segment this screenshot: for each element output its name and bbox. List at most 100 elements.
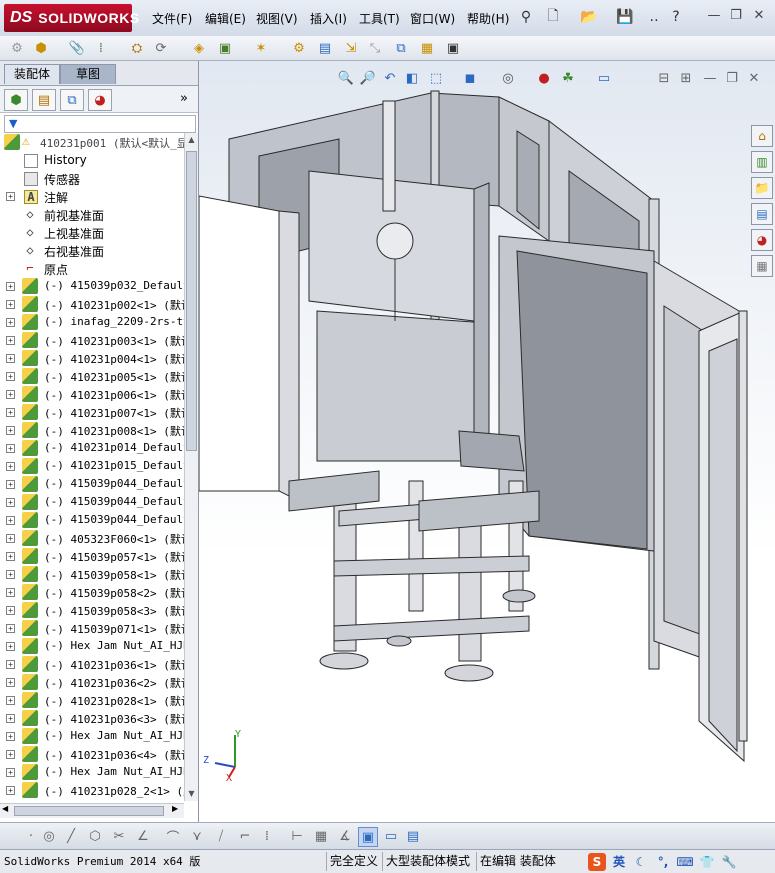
tree-component-item[interactable]: + (-) 410231p006<1> (默认 [0,385,184,403]
scroll-right-icon[interactable]: ▶ [172,804,178,813]
expand-toggle[interactable]: + [6,660,15,669]
expand-toggle[interactable]: + [6,786,15,795]
expand-toggle[interactable]: + [6,768,15,777]
insert-components-icon[interactable]: ⬢ [32,39,50,57]
expand-toggle[interactable]: + [6,624,15,633]
mirror-icon[interactable]: ⧸ [212,827,230,845]
expand-toggle[interactable]: + [6,480,15,489]
tree-filter[interactable]: ▼ [4,115,196,133]
options-dots-icon[interactable]: ‥ [645,8,663,26]
expand-toggle[interactable]: + [6,372,15,381]
offset-icon[interactable]: ⋎ [188,827,206,845]
tree-component-item[interactable]: + (-) 410231p028<1> (默认 [0,691,184,709]
tree-component-item[interactable]: + (-) Hex Jam Nut_AI_HJNU [0,727,184,745]
grid-icon[interactable]: ▦ [312,827,330,845]
reference-geometry-icon[interactable]: ✶ [252,39,270,57]
tree-component-item[interactable]: + (-) 410231p036<4> (默认 [0,745,184,763]
tree-feature-item[interactable]: 传感器 [0,169,184,187]
configuration-manager-icon[interactable]: ⧉ [60,89,84,111]
half-width-moon-icon[interactable]: ☾ [632,853,650,871]
help-icon[interactable]: ? [667,8,685,26]
tree-feature-item[interactable]: ⌐ 原点 [0,259,184,277]
expand-toggle[interactable]: + [6,534,15,543]
expand-toggle[interactable]: + [6,192,15,201]
close-icon[interactable]: ✕ [750,8,768,26]
save-icon[interactable]: 💾 [616,8,634,26]
bill-of-materials-icon[interactable]: ▤ [316,39,334,57]
menu-window[interactable]: 窗口(W) [410,10,455,27]
expand-toggle[interactable]: + [6,426,15,435]
expand-toggle[interactable]: + [6,696,15,705]
file-explorer-icon[interactable]: 📁 [751,177,773,199]
tree-feature-item[interactable]: History [0,151,184,169]
tree-vertical-scrollbar[interactable]: ▲ ▼ [184,133,198,801]
pin-icon[interactable]: ⚲ [517,8,535,26]
expand-toggle[interactable]: + [6,678,15,687]
circle-icon[interactable]: ◎ [40,827,58,845]
custom-properties-icon[interactable]: ▦ [751,255,773,277]
expand-toggle[interactable]: + [6,336,15,345]
show-hidden-icon[interactable]: ◈ [190,39,208,57]
linear-pattern-icon[interactable]: ⁞ [92,39,110,57]
explode-line-icon[interactable]: ⤡ [366,39,384,57]
tree-feature-item[interactable]: ◇ 右视基准面 [0,241,184,259]
expand-toggle[interactable]: + [6,516,15,525]
scroll-up-icon[interactable]: ▲ [185,133,198,147]
tree-component-item[interactable]: + (-) 410231p014_Default_ [0,439,184,457]
point-icon[interactable]: · [22,827,40,845]
graphics-area[interactable]: 🔍 🔎 ↶ ◧ ⬚ ◼ ◎ ● ☘ ▭ ⊟ ⊞ — ❐ ✕ Y Z X ⌂ ▥ … [199,61,775,822]
tree-component-item[interactable]: + (-) 410231p002<1> (默认 [0,295,184,313]
tree-feature-item[interactable]: ◇ 上视基准面 [0,223,184,241]
menu-tools[interactable]: 工具(T) [359,10,400,27]
tree-component-item[interactable]: + (-) 415039p058<1> (默认 [0,565,184,583]
tab-sketch[interactable]: 草图 [60,64,116,84]
shaded-view-icon[interactable]: ▣ [358,827,378,847]
tree-component-item[interactable]: + (-) 415039p071<1> (默认 [0,619,184,637]
menu-view[interactable]: 视图(V) [256,10,298,27]
menu-file[interactable]: 文件(F) [152,10,192,27]
angle-icon[interactable]: ∡ [336,827,354,845]
expand-toggle[interactable]: + [6,318,15,327]
move-component-icon[interactable]: ⟳ [152,39,170,57]
speedpak-icon[interactable]: ▦ [418,39,436,57]
open-folder-icon[interactable]: 📂 [580,8,598,26]
expand-toggle[interactable]: + [6,642,15,651]
edit-component-icon[interactable]: ⚙ [8,39,26,57]
expand-toggle[interactable]: + [6,444,15,453]
restore-icon[interactable]: ❐ [727,8,745,26]
tree-component-item[interactable]: + (-) 415039p057<1> (默认 [0,547,184,565]
tab-assembly[interactable]: 装配体 [4,64,60,84]
tools-wrench-icon[interactable]: 🔧 [720,853,738,871]
tree-component-item[interactable]: + (-) inafag_2209-2rs-tvh [0,313,184,331]
tile-view-icon[interactable]: ▤ [404,827,422,845]
assembly-features-icon[interactable]: ▣ [216,39,234,57]
expand-arrows-icon[interactable]: » [180,91,188,106]
scroll-down-icon[interactable]: ▼ [185,787,198,801]
expand-toggle[interactable]: + [6,354,15,363]
menu-help[interactable]: 帮助(H) [467,10,509,27]
design-library-icon[interactable]: ▥ [751,151,773,173]
expand-toggle[interactable]: + [6,606,15,615]
snapshot-icon[interactable]: ▣ [444,39,462,57]
expand-toggle[interactable]: + [6,300,15,309]
appearances-icon[interactable]: ◕ [751,229,773,251]
tree-component-item[interactable]: + (-) 415039p044_Default_ [0,475,184,493]
exploded-view-icon[interactable]: ⇲ [342,39,360,57]
tree-component-item[interactable]: + (-) 415039p032_Default_ [0,277,184,295]
corner-icon[interactable]: ⌐ [236,827,254,845]
menu-insert[interactable]: 插入(I) [310,10,347,27]
tree-component-item[interactable]: + (-) 410231p036<3> (默认 [0,709,184,727]
expand-toggle[interactable]: + [6,498,15,507]
construction-geometry-icon[interactable]: ⁞ [258,827,276,845]
sketch-fillet-icon[interactable]: ⌒ [164,827,182,846]
expand-toggle[interactable]: + [6,750,15,759]
tree-component-item[interactable]: + (-) Hex Jam Nut_AI_HJNU [0,637,184,655]
tree-component-item[interactable]: + (-) 410231p003<1> (默认 [0,331,184,349]
display-manager-icon[interactable]: ◕ [88,89,112,111]
view-palette-icon[interactable]: ▤ [751,203,773,225]
tree-component-item[interactable]: + (-) 415039p044_Default_ [0,511,184,529]
scroll-thumb[interactable] [186,151,197,451]
expand-toggle[interactable]: + [6,570,15,579]
expand-toggle[interactable]: + [6,408,15,417]
line-icon[interactable]: ╱ [62,827,80,845]
